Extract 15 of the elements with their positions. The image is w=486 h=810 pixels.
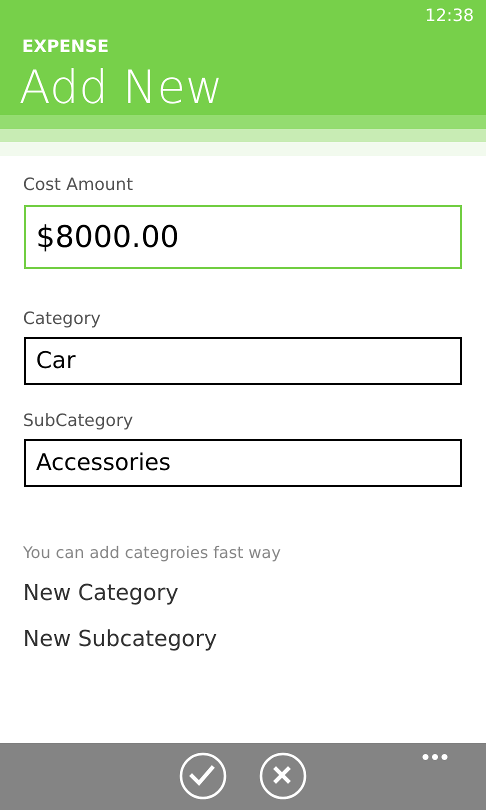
text-field[interactable]: $8000.00 xyxy=(24,205,462,269)
more-icon[interactable] xyxy=(422,753,448,761)
confirm-button[interactable] xyxy=(179,752,227,800)
text-field[interactable]: Accessories xyxy=(24,439,462,487)
field-label: Cost Amount xyxy=(23,174,134,197)
status-time: 12:38 xyxy=(425,5,474,28)
link[interactable]: New Category xyxy=(23,579,178,609)
app-title: EXPENSE xyxy=(22,36,110,58)
link[interactable]: New Subcategory xyxy=(23,625,218,655)
text-field[interactable]: Car xyxy=(24,337,462,385)
page-title: Add New xyxy=(19,59,224,116)
hint-text: You can add categroies fast way xyxy=(23,542,282,564)
cancel-button[interactable] xyxy=(259,752,307,800)
field-label: SubCategory xyxy=(23,410,134,433)
field-label: Category xyxy=(23,308,102,331)
